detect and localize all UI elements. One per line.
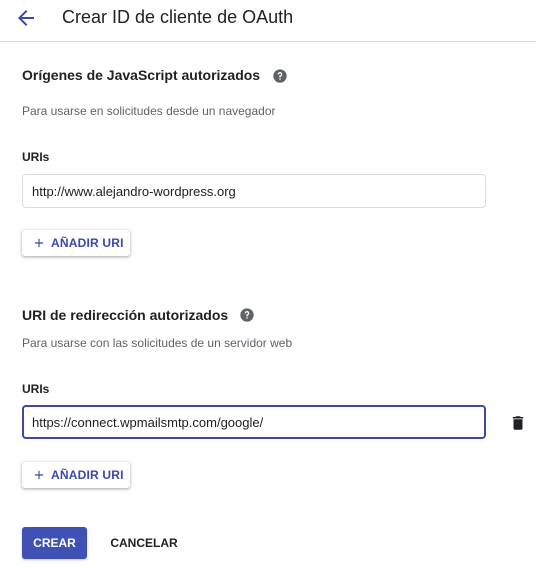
js-origins-uris-label: URIs [22,150,50,164]
add-redirect-uri-button[interactable]: AÑADIR URI [22,462,130,488]
cancel-button[interactable]: CANCELAR [100,527,188,559]
add-uri-label: AÑADIR URI [51,468,124,482]
redirect-uris-label: URIs [22,382,50,396]
plus-icon [34,238,44,248]
create-button[interactable]: CREAR [22,527,87,559]
redirect-uris-description: Para usarse con las solicitudes de un se… [22,336,293,350]
help-icon[interactable] [239,307,255,323]
redirect-uri-input[interactable] [22,405,486,439]
plus-icon [34,470,44,480]
redirect-uris-title: URI de redirección autorizados [22,307,229,323]
js-origins-title: Orígenes de JavaScript autorizados [22,67,261,83]
js-origins-description: Para usarse en solicitudes desde un nave… [22,104,276,118]
help-icon[interactable] [272,68,288,84]
back-button[interactable] [14,6,38,30]
js-origin-uri-input[interactable] [22,174,486,208]
arrow-back-icon [18,10,34,26]
add-uri-label: AÑADIR URI [51,236,124,250]
add-js-origin-uri-button[interactable]: AÑADIR URI [22,230,130,256]
delete-uri-button[interactable] [509,414,527,432]
trash-icon [512,416,524,430]
page-header: Crear ID de cliente de OAuth [0,0,536,42]
page-title: Crear ID de cliente de OAuth [62,7,294,27]
